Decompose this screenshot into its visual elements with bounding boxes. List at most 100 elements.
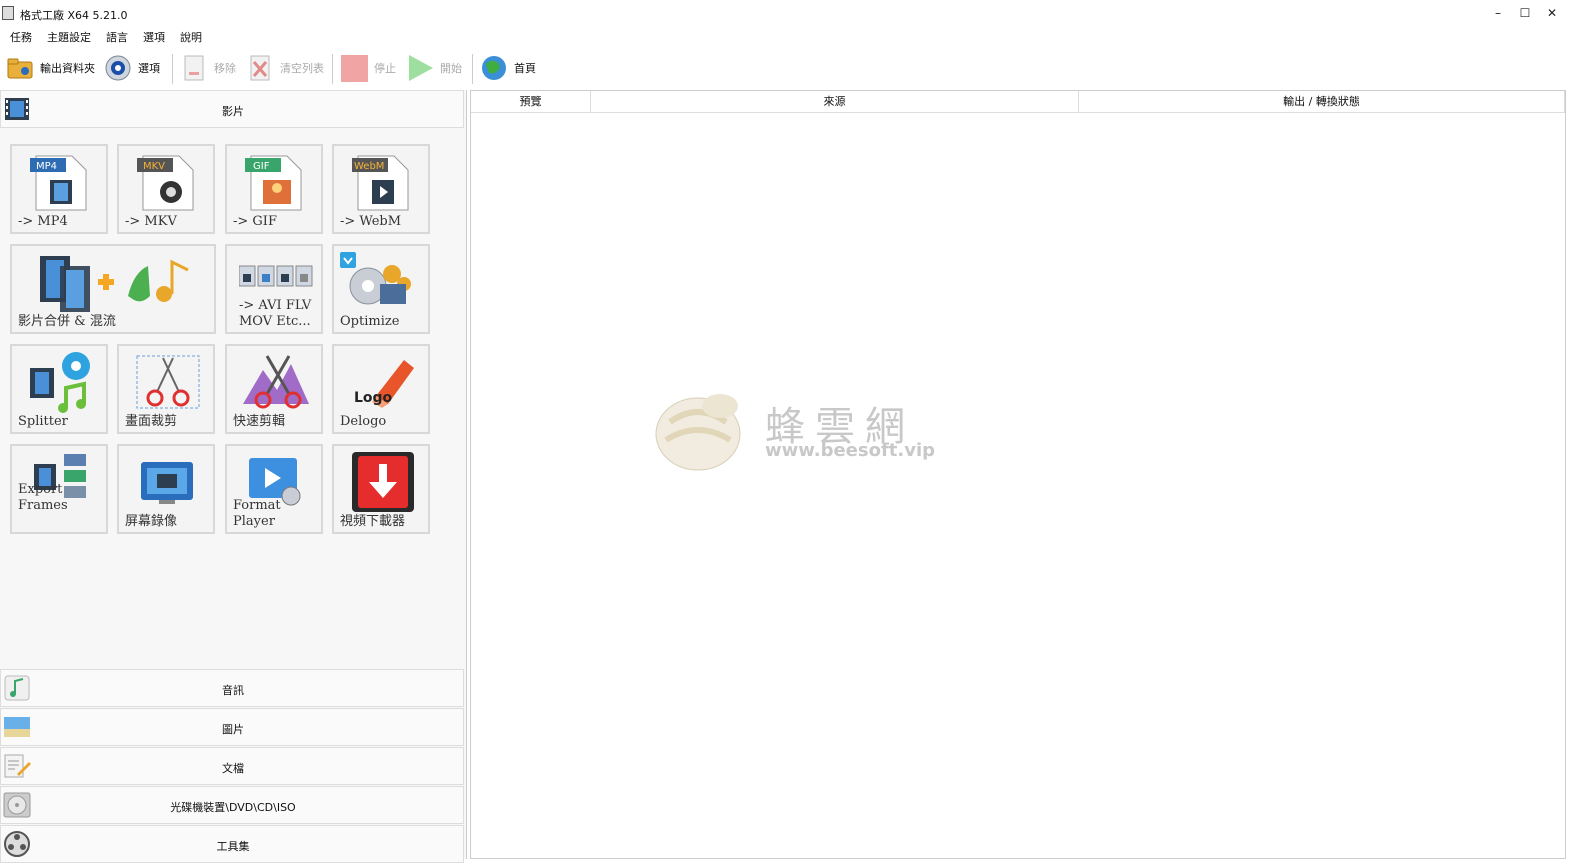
tile-optimize-label: Optimize [340, 314, 400, 329]
svg-text:MP4: MP4 [36, 161, 57, 172]
task-list[interactable]: 預覽 來源 輸出 / 轉換狀態 [470, 90, 1566, 859]
category-rom-device-label: 光碟機裝置\DVD\CD\ISO [170, 801, 296, 814]
remove-label: 移除 [214, 62, 236, 75]
document-remove-icon [180, 54, 208, 82]
minimize-button[interactable]: – [1485, 4, 1511, 22]
quick-clip-icon [243, 355, 309, 409]
category-rom-device[interactable]: 光碟機裝置\DVD\CD\ISO [0, 786, 464, 824]
start-label: 開始 [440, 62, 462, 75]
tile-screen-record-label: 屏幕錄像 [125, 514, 178, 529]
tile-to-mkv-label: -> MKV [125, 214, 177, 229]
window-title: 格式工廠 X64 5.21.0 [20, 9, 128, 22]
menu-bar: 任務 主題設定 語言 選項 說明 [0, 26, 1574, 46]
maximize-button[interactable]: ☐ [1512, 4, 1538, 22]
clear-list-button[interactable]: 清空列表 [246, 52, 324, 84]
title-bar: 格式工廠 X64 5.21.0 – ☐ ✕ [0, 0, 1574, 26]
clear-list-label: 清空列表 [280, 62, 324, 75]
gear-icon [104, 54, 132, 82]
tile-other-formats[interactable]: -> AVI FLV MOV Etc... [225, 244, 323, 334]
splitter-icon [30, 352, 90, 413]
tile-crop[interactable]: 畫面裁剪 [117, 344, 215, 434]
tile-to-mkv[interactable]: MKV -> MKV [117, 144, 215, 234]
eraser-logo-icon: Logo [354, 360, 414, 408]
column-source[interactable]: 來源 [591, 91, 1079, 113]
options-label: 選項 [138, 62, 160, 75]
column-output-status[interactable]: 輸出 / 轉換狀態 [1079, 91, 1565, 113]
tile-to-webm[interactable]: WebM -> WebM [332, 144, 430, 234]
tile-screen-record[interactable]: 屏幕錄像 [117, 444, 215, 534]
tile-splitter[interactable]: Splitter [10, 344, 108, 434]
tile-export-frames-label: Export Frames [18, 482, 68, 513]
category-video[interactable]: 影片 [0, 90, 464, 128]
tile-video-joiner[interactable]: 影片合併 & 混流 [10, 244, 216, 334]
webm-file-icon: WebM [352, 155, 409, 211]
tile-delogo-label: Delogo [340, 414, 387, 429]
tile-splitter-label: Splitter [18, 414, 68, 429]
folder-icon [6, 54, 34, 82]
app-icon [2, 6, 14, 20]
menu-language[interactable]: 語言 [106, 29, 128, 45]
tile-export-frames[interactable]: Export Frames [10, 444, 108, 534]
menu-help[interactable]: 說明 [180, 29, 202, 45]
clear-list-icon [246, 54, 274, 82]
stop-label: 停止 [374, 62, 396, 75]
toolbar-separator [172, 54, 173, 84]
stop-button[interactable]: 停止 [340, 52, 396, 84]
category-audio[interactable]: 音訊 [0, 669, 464, 707]
category-audio-label: 音訊 [222, 684, 244, 697]
watermark-url: www.beesoft.vip [765, 440, 936, 461]
tile-delogo[interactable]: Logo Delogo [332, 344, 430, 434]
menu-options[interactable]: 選項 [143, 29, 165, 45]
format-thumbnails-icon [239, 265, 313, 287]
svg-text:GIF: GIF [253, 161, 270, 172]
toolbar-separator [332, 54, 333, 84]
category-document[interactable]: 文檔 [0, 747, 464, 785]
svg-text:WebM: WebM [354, 161, 384, 172]
home-label: 首頁 [514, 62, 536, 75]
tile-video-downloader-label: 視頻下載器 [340, 514, 406, 529]
toolbar-separator [472, 54, 473, 84]
toolbar: 輸出資料夾 選項 移除 清空列表 停止 開始 首頁 [0, 48, 1574, 88]
stop-icon [340, 54, 369, 83]
category-tools-label: 工具集 [216, 840, 250, 853]
category-tools[interactable]: 工具集 [0, 825, 464, 863]
tile-quick-clip-label: 快速剪輯 [233, 414, 286, 429]
gif-file-icon: GIF [245, 155, 302, 211]
globe-icon [480, 54, 508, 82]
tile-other-formats-line1: -> AVI FLV [239, 298, 312, 313]
tile-to-gif-label: -> GIF [233, 214, 277, 229]
category-document-label: 文檔 [222, 762, 244, 775]
menu-task[interactable]: 任務 [10, 29, 32, 45]
menu-theme[interactable]: 主題設定 [47, 29, 91, 45]
category-video-label: 影片 [222, 105, 244, 118]
svg-text:Logo: Logo [354, 390, 393, 406]
tile-video-joiner-label: 影片合併 & 混流 [18, 314, 116, 329]
tile-video-downloader[interactable]: 視頻下載器 [332, 444, 430, 534]
tile-to-gif[interactable]: GIF -> GIF [225, 144, 323, 234]
tile-crop-label: 畫面裁剪 [125, 414, 178, 429]
tile-optimize[interactable]: Optimize [332, 244, 430, 334]
tile-to-mp4-label: -> MP4 [18, 214, 68, 229]
home-button[interactable]: 首頁 [480, 52, 536, 84]
tile-quick-clip[interactable]: 快速剪輯 [225, 344, 323, 434]
category-picture-label: 圖片 [222, 723, 244, 736]
start-button[interactable]: 開始 [406, 52, 462, 84]
category-picture[interactable]: 圖片 [0, 708, 464, 746]
svg-text:MKV: MKV [143, 161, 165, 172]
tile-format-player-label: Format Player [233, 498, 281, 529]
scissors-crop-icon [136, 355, 200, 409]
bee-logo-icon [655, 394, 741, 471]
tile-format-player[interactable]: Format Player [225, 444, 323, 534]
tile-to-webm-label: -> WebM [340, 214, 402, 229]
remove-button[interactable]: 移除 [180, 52, 236, 84]
output-folder-button[interactable]: 輸出資料夾 [6, 52, 95, 84]
close-button[interactable]: ✕ [1539, 4, 1565, 22]
video-join-music-icon [40, 256, 189, 312]
mp4-file-icon: MP4 [30, 155, 87, 211]
screen-record-icon [141, 462, 193, 504]
tile-to-mp4[interactable]: MP4 -> MP4 [10, 144, 108, 234]
tile-other-formats-line2: MOV Etc... [239, 314, 311, 329]
watermark: 蜂雲網 www.beesoft.vip [650, 382, 935, 477]
options-button[interactable]: 選項 [104, 52, 160, 84]
column-preview[interactable]: 預覽 [471, 91, 591, 113]
